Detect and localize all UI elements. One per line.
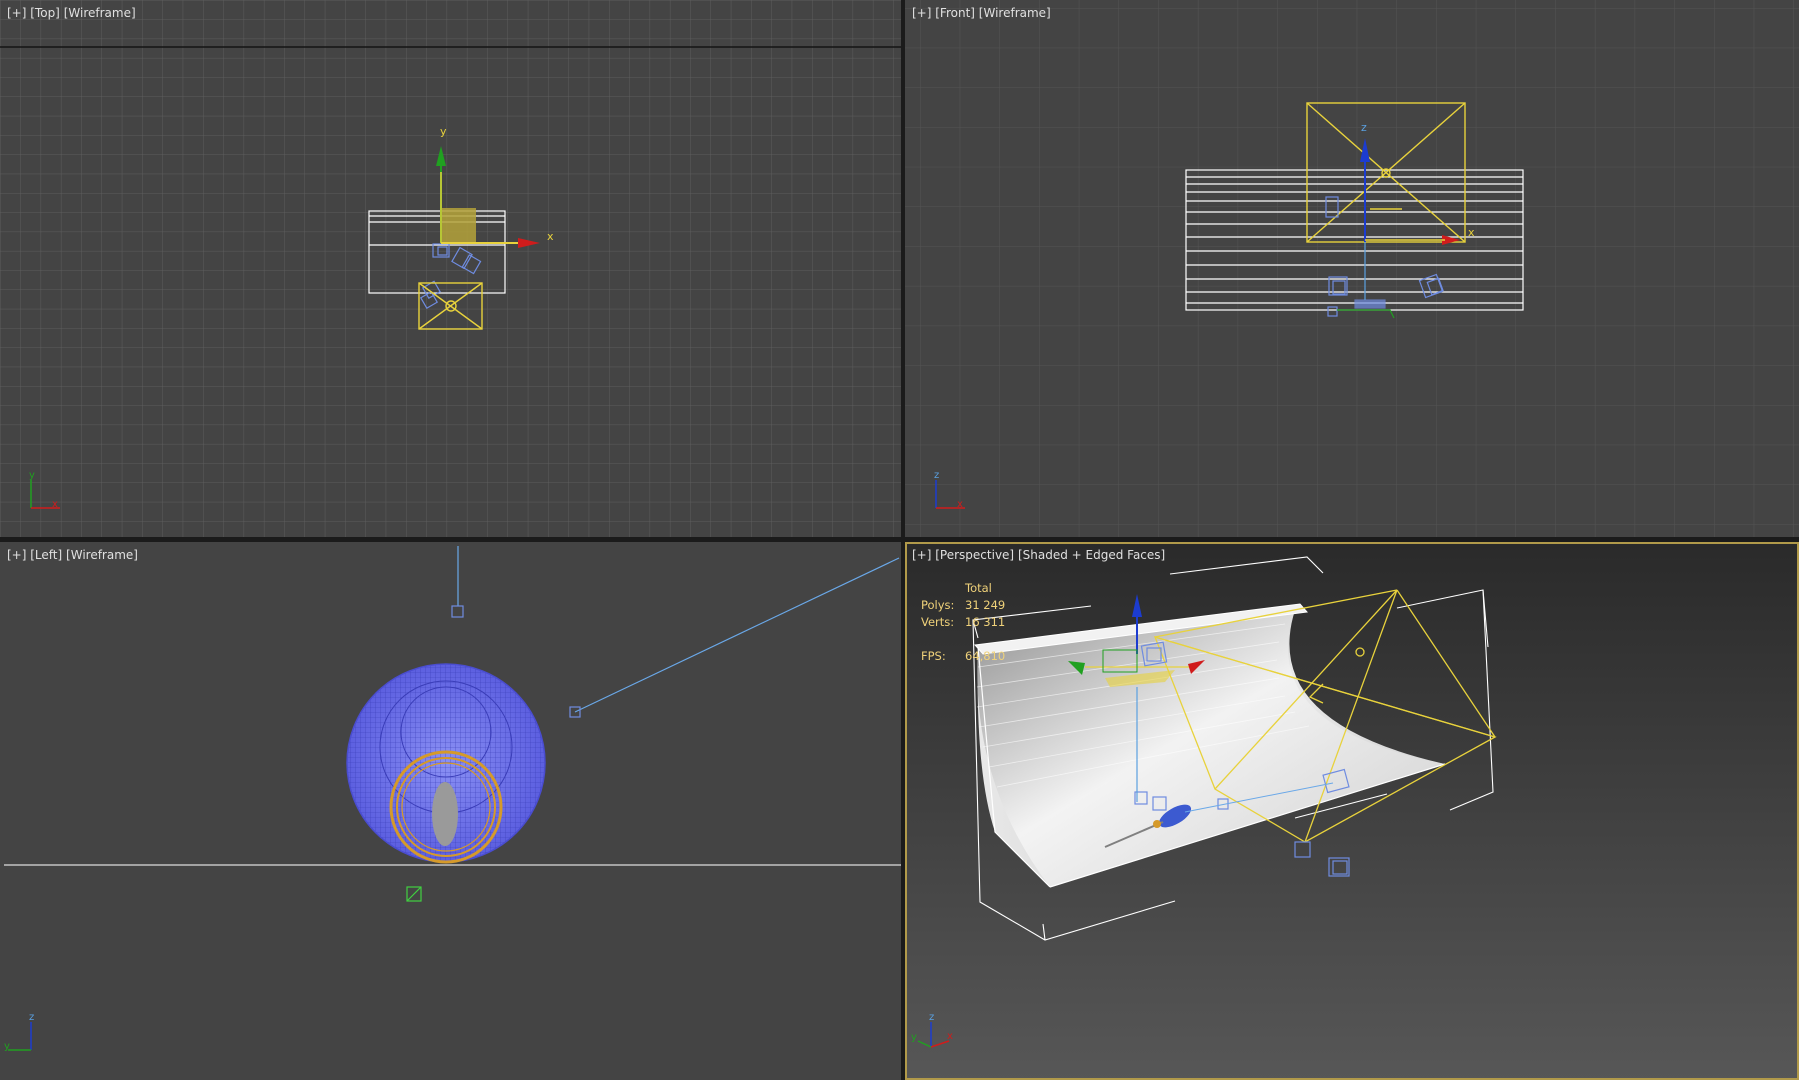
viewport-front[interactable]: z x z x [+] [Front] [Wireframe]: [905, 0, 1799, 537]
svg-text:x: x: [957, 499, 963, 510]
viewport-splitter-horizontal[interactable]: [0, 537, 1799, 542]
view-axis-tripod: z y: [4, 1012, 34, 1052]
light-direction-line: [574, 557, 900, 713]
viewport-top[interactable]: y x y x [+] [Top] [Wireframe]: [0, 0, 901, 537]
verts-label: Verts:: [921, 615, 955, 629]
stats-header: Total: [965, 581, 992, 595]
svg-text:y: y: [911, 1032, 917, 1043]
svg-text:y: y: [29, 470, 35, 481]
gizmo-x-label: x: [547, 230, 554, 243]
camera-target[interactable]: [451, 605, 464, 618]
viewport-menu-front[interactable]: [+]: [912, 6, 931, 20]
viewport-menu-perspective[interactable]: [+]: [912, 548, 931, 562]
statistics-overlay: Total Polys: 31 249 Verts: 16 311 FPS: 64,8…: [921, 580, 1005, 665]
fps-label: FPS:: [921, 649, 946, 663]
view-type-top[interactable]: [Top]: [30, 6, 60, 20]
svg-text:z: z: [29, 1012, 34, 1023]
polys-value: 31 249: [965, 598, 1006, 612]
view-type-front[interactable]: [Front]: [935, 6, 975, 20]
selected-object[interactable]: [441, 208, 476, 244]
viewport-label-perspective: [+] [Perspective] [Shaded + Edged Faces]: [912, 548, 1165, 562]
shading-mode-top[interactable]: [Wireframe]: [64, 6, 136, 20]
gizmo-x-label: x: [1468, 226, 1475, 239]
fps-value: 64,810: [965, 649, 1006, 663]
perspective-view-canvas[interactable]: z x y: [905, 542, 1799, 1080]
view-axis-tripod: z x y: [911, 1012, 953, 1048]
helper-object[interactable]: [406, 886, 422, 902]
viewport-menu-top[interactable]: [+]: [7, 6, 26, 20]
left-view-canvas[interactable]: z y: [0, 542, 901, 1080]
room-mesh[interactable]: [973, 603, 1446, 888]
viewport-left[interactable]: z y [+] [Left] [Wireframe]: [0, 542, 901, 1080]
top-view-canvas[interactable]: y x y x: [0, 0, 901, 537]
viewport-perspective[interactable]: z x y [+] [Perspective] [Shaded + Edged …: [905, 542, 1799, 1080]
svg-text:z: z: [934, 470, 939, 481]
viewport-label-front: [+] [Front] [Wireframe]: [912, 6, 1051, 20]
gizmo-y-label: y: [440, 125, 447, 138]
view-type-left[interactable]: [Left]: [30, 548, 62, 562]
grid: [905, 0, 1799, 537]
front-view-canvas[interactable]: z x z x: [905, 0, 1799, 537]
shading-mode-front[interactable]: [Wireframe]: [979, 6, 1051, 20]
svg-text:x: x: [52, 499, 58, 510]
polys-label: Polys:: [921, 598, 955, 612]
shading-mode-perspective[interactable]: [Shaded + Edged Faces]: [1018, 548, 1165, 562]
verts-value: 16 311: [965, 615, 1006, 629]
gizmo-z-label: z: [1361, 121, 1367, 134]
svg-text:z: z: [929, 1012, 934, 1023]
shading-mode-left[interactable]: [Wireframe]: [66, 548, 138, 562]
viewport-label-top: [+] [Top] [Wireframe]: [7, 6, 136, 20]
sphere-object[interactable]: [346, 663, 546, 864]
view-type-perspective[interactable]: [Perspective]: [935, 548, 1014, 562]
svg-text:x: x: [947, 1031, 953, 1042]
viewport-menu-left[interactable]: [+]: [7, 548, 26, 562]
viewport-label-left: [+] [Left] [Wireframe]: [7, 548, 138, 562]
svg-text:y: y: [4, 1041, 10, 1052]
grid: [0, 0, 901, 537]
